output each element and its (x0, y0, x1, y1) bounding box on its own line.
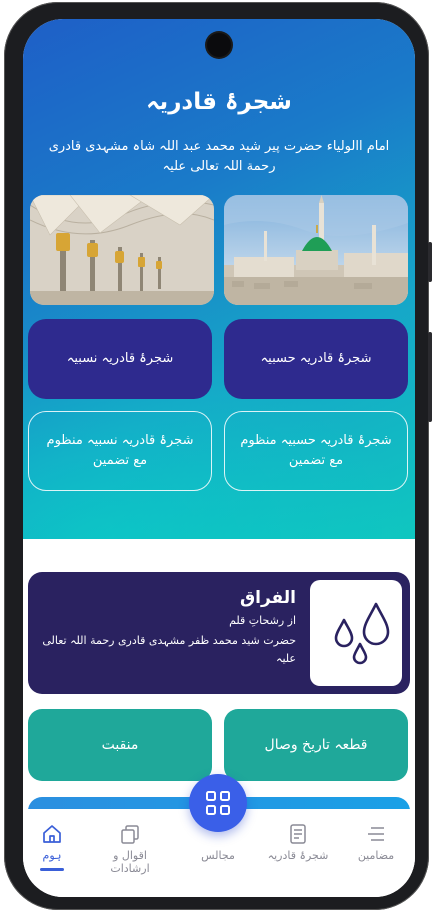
nav-item-aqwal[interactable]: اقوال و ارشادات (95, 823, 165, 875)
document-icon (290, 824, 306, 844)
manqabat-button[interactable]: منقبت (28, 709, 212, 781)
feature-card-alfiraq[interactable]: الفراق از رشحاتِ قلم حضرت شید محمد ظفر م… (28, 572, 410, 694)
qatai-button[interactable]: قطعہ تاریخ وصال (224, 709, 408, 781)
menu-lines-icon (368, 827, 384, 841)
nav-item-mazameen[interactable]: مضامین (341, 823, 411, 862)
copy-icon (121, 825, 139, 844)
grid-fab-button[interactable] (189, 774, 247, 832)
tile-nasbiya[interactable]: شجرۂ قادریہ نسبیہ (28, 319, 212, 399)
umbrellas-image[interactable] (30, 195, 214, 305)
nav-label: شجرۂ قادریہ (267, 849, 329, 862)
nav-label: ہوم (42, 849, 62, 862)
tile-hasbiya[interactable]: شجرۂ قادریہ حسبیہ (224, 319, 408, 399)
nav-item-home[interactable]: ہوم (23, 823, 87, 871)
volume-button (428, 242, 432, 282)
nav-label: مضامین (357, 849, 395, 862)
feature-source: از رشحاتِ قلم (229, 614, 296, 627)
page-subtitle: امام االولیاء حضرت پیر شید محمد عبد اللہ… (48, 139, 390, 174)
nav-item-shajra[interactable]: شجرۂ قادریہ (263, 823, 333, 862)
active-indicator (40, 868, 64, 871)
icon-box (310, 580, 402, 686)
nav-label: مجالس (201, 849, 235, 862)
power-button (428, 332, 432, 422)
phone-frame: شجرۂ قادریہ امام االولیاء حضرت پیر شید م… (4, 2, 432, 910)
front-camera (207, 33, 231, 57)
tile-nasbiya-manzoom[interactable]: شجرۂ قادریہ نسبیہ منظوم مع تضمین (28, 411, 212, 491)
home-icon (43, 825, 61, 843)
grid-icon (206, 791, 230, 815)
feature-title: الفراق (239, 588, 296, 608)
page-title: شجرۂ قادریہ (146, 89, 292, 115)
water-drops-icon (334, 602, 390, 665)
green-dome-image[interactable] (224, 195, 408, 305)
tile-hasbiya-manzoom[interactable]: شجرۂ قادریہ حسبیہ منظوم مع تضمین (224, 411, 408, 491)
nav-label: اقوال و ارشادات (110, 849, 150, 875)
feature-author: حضرت شید محمد ظفر مشہدی قادری رحمة اللہ … (42, 634, 296, 665)
app-screen: شجرۂ قادریہ امام االولیاء حضرت پیر شید م… (23, 19, 415, 897)
